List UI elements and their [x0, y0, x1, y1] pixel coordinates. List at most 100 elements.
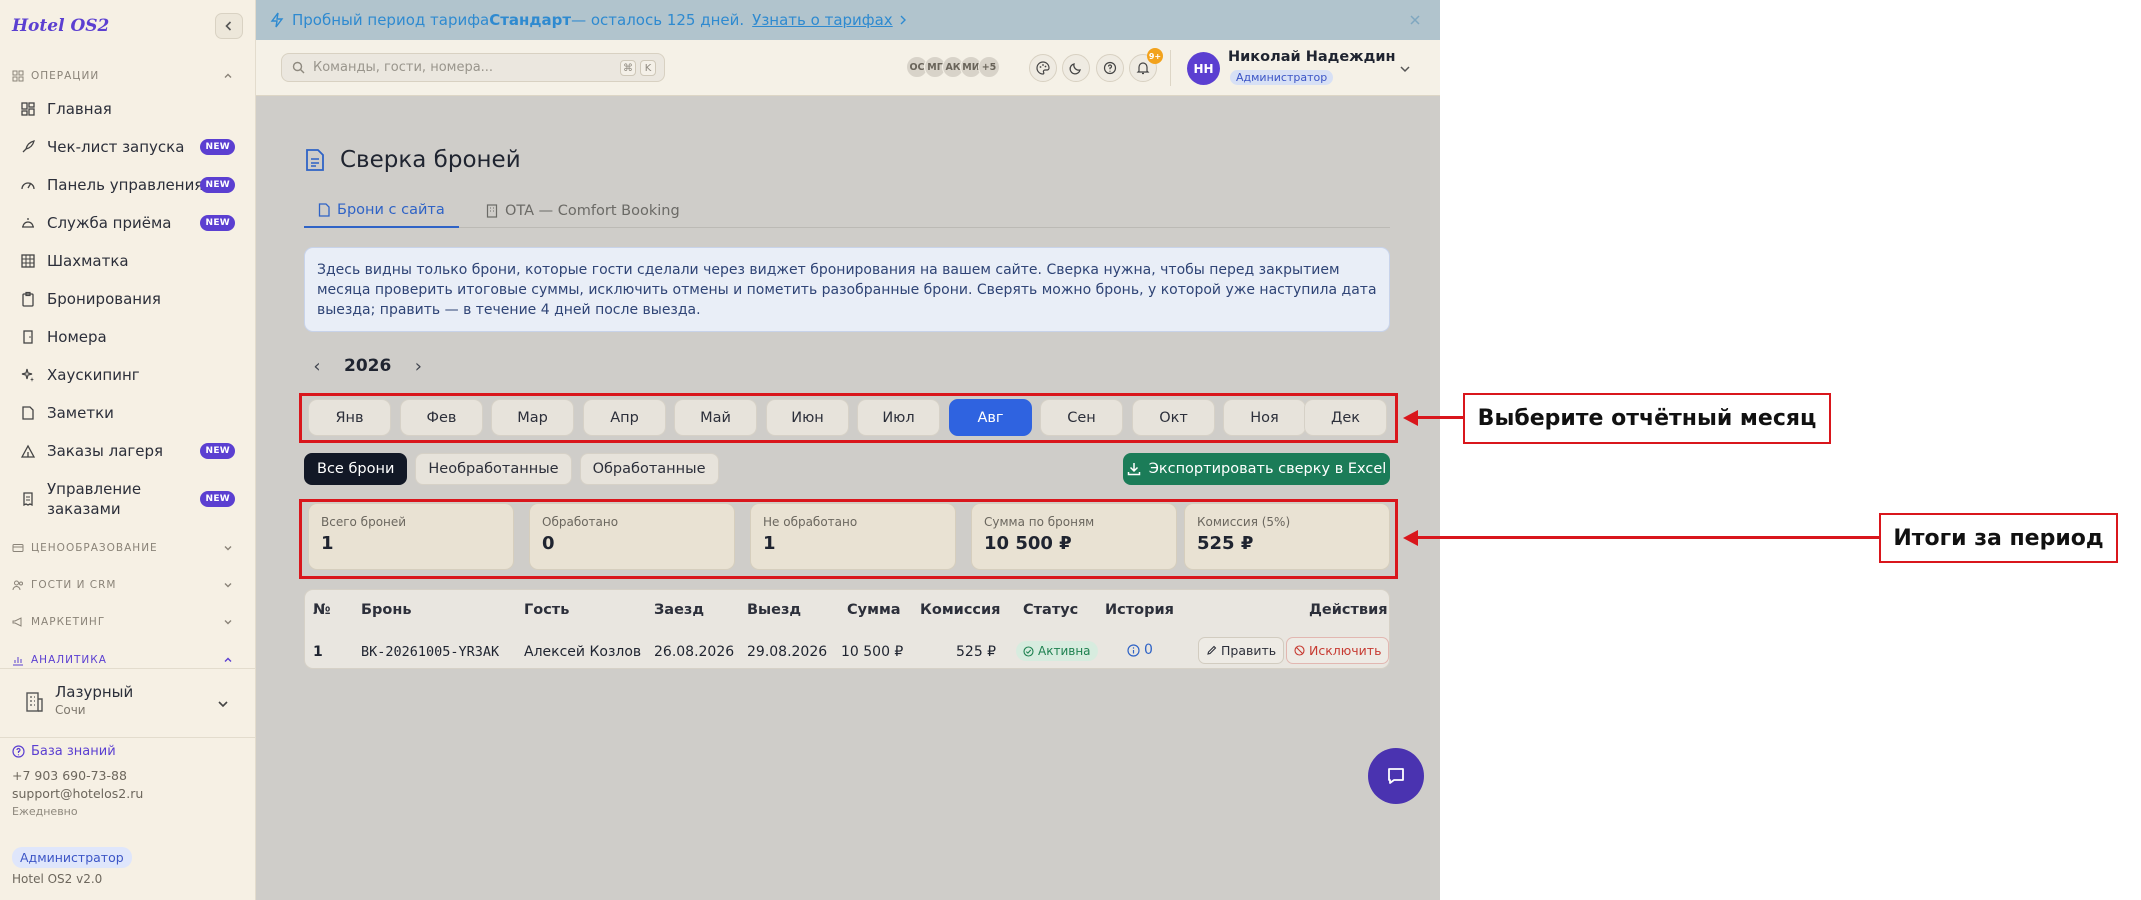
month-callout: Выберите отчётный месяц [1463, 393, 1831, 444]
chevron-down-icon [218, 701, 228, 708]
filter-unprocessed[interactable]: Необработанные [415, 453, 572, 485]
edit-button[interactable]: Править [1198, 637, 1285, 664]
new-badge: NEW [200, 491, 235, 507]
cell-guest: Алексей Козлов [524, 644, 642, 660]
chat-icon [1388, 768, 1404, 784]
section-guests-crm[interactable]: ГОСТИ И CRM [12, 576, 244, 594]
sidebar-item-control-panel[interactable]: Панель управления NEW [12, 168, 244, 202]
hotel-switcher[interactable]: Лазурный Сочи [0, 668, 255, 738]
cell-amount: 10 500 ₽ [841, 644, 904, 660]
tab-ota-comfort-booking[interactable]: OTA — Comfort Booking [486, 194, 680, 228]
tent-icon [19, 442, 37, 460]
chevron-down-icon[interactable] [1399, 64, 1411, 74]
sidebar-item-label: Номера [47, 328, 107, 346]
online-users[interactable]: ОС МГ АК МИ +5 [906, 56, 1000, 78]
filter-all[interactable]: Все брони [304, 453, 408, 485]
new-badge: NEW [200, 139, 235, 155]
month-highlight-box [299, 393, 1398, 443]
tariffs-link[interactable]: Узнать о тарифах [752, 11, 893, 29]
notifications-button[interactable]: 9+ [1129, 48, 1163, 82]
sidebar-item-label: Заметки [47, 404, 114, 422]
column-header: Выезд [747, 602, 802, 618]
user-name[interactable]: Николай Надеждин [1228, 49, 1396, 65]
theme-palette-button[interactable] [1029, 54, 1057, 82]
ban-icon [1294, 645, 1305, 656]
tab-site-bookings[interactable]: Брони с сайта [304, 194, 459, 228]
bell-service-icon [19, 214, 37, 232]
section-label: МАРКЕТИНГ [31, 616, 106, 628]
user-role-badge: Администратор [1230, 70, 1334, 85]
chevron-right-icon [900, 15, 906, 25]
door-icon [19, 328, 37, 346]
chat-button[interactable] [1368, 748, 1424, 804]
document-icon [318, 203, 330, 217]
chevron-up-icon [224, 657, 232, 662]
year-selector: ‹ 2026 › [304, 353, 431, 379]
sidebar-item-housekeeping[interactable]: Хаускипинг [12, 358, 244, 392]
user-avatar[interactable]: НН [1187, 52, 1220, 85]
search-input[interactable]: Команды, гости, номера... ⌘ K [281, 53, 665, 82]
cell-checkout: 29.08.2026 [747, 644, 828, 660]
grid-icon [12, 70, 24, 82]
close-icon[interactable] [1409, 14, 1421, 26]
exclude-button[interactable]: Исключить [1286, 637, 1390, 664]
column-header: № [313, 602, 331, 618]
sidebar-item-rooms[interactable]: Номера [12, 320, 244, 354]
month-arrow-line [1416, 416, 1463, 419]
next-year-button[interactable]: › [405, 353, 431, 379]
section-marketing[interactable]: МАРКЕТИНГ [12, 613, 244, 631]
history-button[interactable]: 0 [1127, 642, 1153, 658]
sidebar-item-chessboard[interactable]: Шахматка [12, 244, 244, 278]
cell-commission: 525 ₽ [956, 644, 997, 660]
sidebar-item-label: Шахматка [47, 252, 129, 270]
sidebar-item-bookings[interactable]: Бронирования [12, 282, 244, 316]
export-excel-button[interactable]: Экспортировать сверку в Excel [1123, 453, 1390, 485]
app-version: Hotel OS2 v2.0 [12, 872, 103, 886]
receipt-icon [19, 490, 37, 508]
column-header: Гость [524, 602, 570, 618]
sidebar-item-launch-checklist[interactable]: Чек-лист запуска NEW [12, 130, 244, 164]
knowledge-base-link[interactable]: База знаний [12, 744, 116, 759]
column-header: История [1105, 602, 1174, 618]
sidebar-item-label: Хаускипинг [47, 366, 140, 384]
sidebar: Hotel OS2 ОПЕРАЦИИ Главная Чек-лист запу… [0, 0, 256, 900]
main-area: Пробный период тарифа Стандарт — осталос… [256, 0, 1440, 900]
column-header: Комиссия [920, 602, 1001, 618]
section-analytics[interactable]: АНАЛИТИКА [12, 651, 244, 669]
sidebar-item-label: Панель управления [47, 176, 204, 194]
cell-checkin: 26.08.2026 [654, 644, 735, 660]
section-label: ЦЕНООБРАЗОВАНИЕ [31, 542, 158, 554]
sidebar-item-label: Чек-лист запуска [47, 138, 185, 156]
sidebar-item-order-management[interactable]: Управление заказами NEW [12, 476, 244, 522]
app-logo: Hotel OS2 [12, 16, 110, 36]
sidebar-item-camp-orders[interactable]: Заказы лагеря NEW [12, 434, 244, 468]
support-email[interactable]: support@hotelos2.ru [12, 786, 143, 801]
section-pricing[interactable]: ЦЕНООБРАЗОВАНИЕ [12, 539, 244, 557]
role-badge: Администратор [12, 847, 132, 868]
sidebar-item-front-desk[interactable]: Служба приёма NEW [12, 206, 244, 240]
export-label: Экспортировать сверку в Excel [1148, 461, 1387, 477]
filter-processed[interactable]: Обработанные [579, 453, 719, 485]
dark-mode-button[interactable] [1062, 54, 1090, 82]
rocket-icon [19, 138, 37, 156]
collapse-sidebar-button[interactable] [215, 13, 243, 39]
divider [1170, 50, 1171, 86]
knowledge-base-label: База знаний [31, 744, 116, 759]
year-label: 2026 [344, 356, 392, 376]
column-header: Действия [1309, 602, 1388, 618]
check-circle-icon [1023, 645, 1034, 657]
cell-booking-id[interactable]: BK-20261005-YR3AK [361, 644, 499, 660]
prev-year-button[interactable]: ‹ [304, 353, 330, 379]
sidebar-item-notes[interactable]: Заметки [12, 396, 244, 430]
column-header: Статус [1023, 602, 1079, 618]
support-hours: Ежедневно [12, 805, 78, 818]
new-badge: NEW [200, 215, 235, 231]
section-operations[interactable]: ОПЕРАЦИИ [12, 67, 244, 85]
banner-prefix: Пробный период тарифа [292, 11, 490, 29]
history-count: 0 [1144, 642, 1153, 658]
support-phone[interactable]: +7 903 690-73-88 [12, 768, 127, 783]
sidebar-item-home[interactable]: Главная [12, 92, 244, 126]
search-icon [292, 61, 305, 74]
download-icon [1127, 463, 1140, 476]
help-button[interactable] [1096, 54, 1124, 82]
